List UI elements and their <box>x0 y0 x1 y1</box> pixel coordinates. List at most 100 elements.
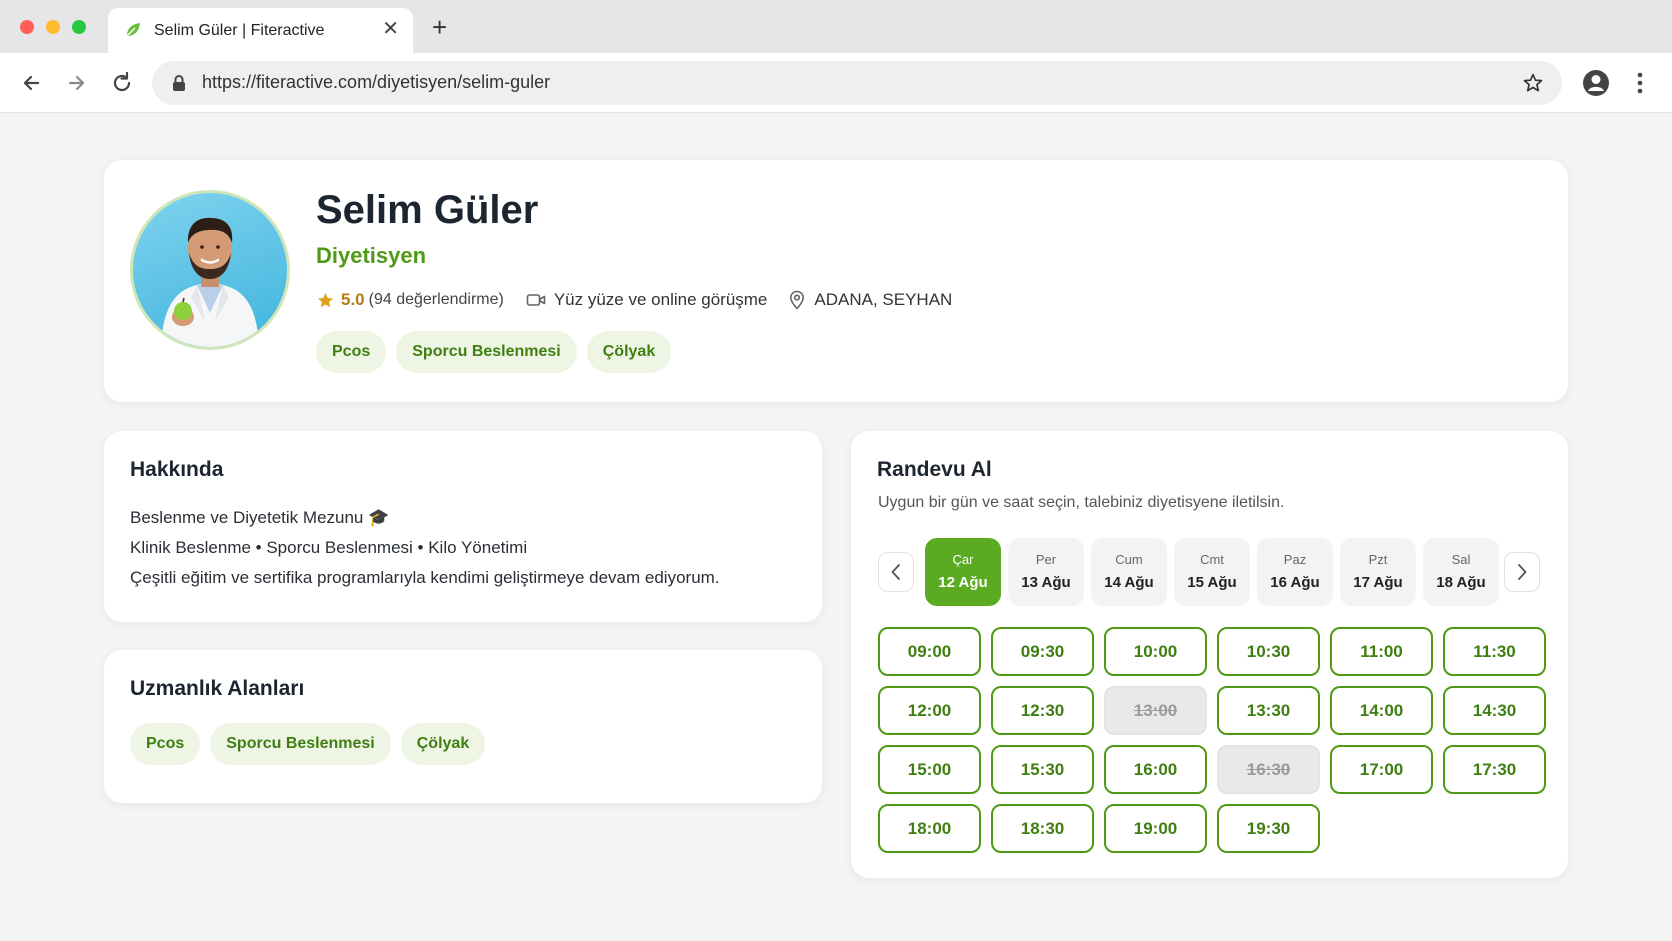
location: ADANA, SEYHAN <box>814 290 953 309</box>
address-bar[interactable]: https://fiteractive.com/diyetisyen/selim… <box>152 61 1562 105</box>
day-button[interactable]: Per 13 Ağu <box>1008 538 1084 606</box>
about-line: Klinik Beslenme • Sporcu Beslenmesi • Ki… <box>130 538 528 557</box>
day-name: Per <box>1035 551 1057 567</box>
time-slot-grid: 09:00 09:30 10:00 10:30 11:00 11:30 12:00 12:30… <box>878 627 1546 853</box>
time-slot-button[interactable]: 09:00 <box>878 627 981 676</box>
time-slot-button[interactable]: 18:00 <box>878 804 981 853</box>
time-slot-button[interactable]: 11:30 <box>1443 627 1546 676</box>
day-button[interactable]: Pzt 17 Ağu <box>1340 538 1416 606</box>
profile-tags: Pcos Sporcu Beslenmesi Çölyak <box>316 331 672 373</box>
forward-arrow-icon[interactable] <box>62 69 90 97</box>
day-button[interactable]: Paz 16 Ağu <box>1257 538 1333 606</box>
day-date: 17 Ağu <box>1353 573 1403 591</box>
tag-chip[interactable]: Çölyak <box>586 331 672 373</box>
lock-icon <box>173 75 185 91</box>
time-slot-button[interactable]: 10:30 <box>1217 627 1320 676</box>
profile-icon[interactable] <box>1580 67 1612 99</box>
day-date: 18 Ağu <box>1436 573 1486 591</box>
about-text: Beslenme ve Diyetetik Mezunu 🎓 Klinik Be… <box>130 503 720 593</box>
day-date: 13 Ağu <box>1021 573 1071 591</box>
booking-subtitle: Uygun bir gün ve saat seçin, talebiniz d… <box>878 494 1285 511</box>
about-title: Hakkında <box>130 458 224 481</box>
day-button[interactable]: Cmt 15 Ağu <box>1174 538 1250 606</box>
close-icon[interactable]: ✕ <box>382 18 399 40</box>
location-pin-icon <box>790 290 805 310</box>
specialty-chip[interactable]: Çölyak <box>400 723 486 765</box>
dietitian-role: Diyetisyen <box>316 243 427 268</box>
specialty-chip[interactable]: Sporcu Beslenmesi <box>210 723 391 765</box>
time-slot-button[interactable]: 17:30 <box>1443 745 1546 794</box>
day-name: Pzt <box>1368 551 1388 567</box>
meeting-type: Yüz yüze ve online görüşme <box>553 290 768 309</box>
specialties-card: Uzmanlık Alanları Pcos Sporcu Beslenmesi… <box>104 650 822 803</box>
day-name: Cmt <box>1200 551 1224 567</box>
back-arrow-icon[interactable] <box>18 69 46 97</box>
url-text: https://fiteractive.com/diyetisyen/selim… <box>202 72 551 92</box>
booking-card: Randevu Al Uygun bir gün ve saat seçin, … <box>851 431 1568 878</box>
profile-meta: 5.0 (94 değerlendirme) Yüz yüze ve onlin… <box>316 289 952 311</box>
rating-value: 5.0 <box>341 290 365 309</box>
time-slot-button[interactable]: 13:30 <box>1217 686 1320 735</box>
more-vert-icon[interactable] <box>1630 67 1650 99</box>
chevron-left-icon <box>891 564 900 580</box>
star-icon[interactable] <box>1522 72 1544 94</box>
specialty-tags: Pcos Sporcu Beslenmesi Çölyak <box>130 723 486 765</box>
time-slot-unavailable: 16:30 <box>1217 745 1320 794</box>
specialties-title: Uzmanlık Alanları <box>130 677 305 700</box>
time-slot-button[interactable]: 09:30 <box>991 627 1094 676</box>
time-slot-unavailable: 13:00 <box>1104 686 1207 735</box>
time-slot-button[interactable]: 15:00 <box>878 745 981 794</box>
time-slot-button[interactable]: 10:00 <box>1104 627 1207 676</box>
tab-title: Selim Güler | Fiteractive <box>154 22 325 39</box>
plus-icon[interactable]: + <box>432 14 447 40</box>
specialty-chip[interactable]: Pcos <box>130 723 201 765</box>
about-line: Çeşitli eğitim ve sertifika programlarıy… <box>130 568 720 587</box>
leaf-icon <box>126 23 140 37</box>
time-slot-button[interactable]: 14:00 <box>1330 686 1433 735</box>
profile-card: Selim Güler Diyetisyen 5.0 (94 değerlend… <box>104 160 1568 402</box>
prev-days-button[interactable] <box>878 552 914 592</box>
day-button[interactable]: Çar 12 Ağu <box>925 538 1001 606</box>
chevron-right-icon <box>1518 564 1527 580</box>
avatar-illustration <box>161 217 259 347</box>
day-date: 14 Ağu <box>1104 573 1154 591</box>
about-card: Hakkında Beslenme ve Diyetetik Mezunu 🎓 … <box>104 431 822 622</box>
day-name: Sal <box>1451 551 1471 567</box>
day-date: 15 Ağu <box>1187 573 1237 591</box>
window-minimize-button[interactable] <box>46 20 60 34</box>
day-selector: Çar 12 Ağu Per 13 Ağu Cum 14 Ağu Cmt 15 Ağu Paz 1… <box>925 538 1499 606</box>
time-slot-button[interactable]: 12:30 <box>991 686 1094 735</box>
tag-chip[interactable]: Sporcu Beslenmesi <box>396 331 577 373</box>
dietitian-name: Selim Güler <box>316 188 539 232</box>
time-slot-button[interactable]: 12:00 <box>878 686 981 735</box>
day-button[interactable]: Sal 18 Ağu <box>1423 538 1499 606</box>
browser-tab[interactable]: Selim Güler | Fiteractive ✕ <box>108 8 413 53</box>
rating-count: (94 değerlendirme) <box>368 291 504 308</box>
time-slot-button[interactable]: 14:30 <box>1443 686 1546 735</box>
day-name: Çar <box>952 551 974 567</box>
day-name: Cum <box>1115 551 1143 567</box>
time-slot-button[interactable]: 18:30 <box>991 804 1094 853</box>
day-date: 12 Ağu <box>938 573 988 591</box>
day-button[interactable]: Cum 14 Ağu <box>1091 538 1167 606</box>
star-icon <box>317 292 334 307</box>
time-slot-button[interactable]: 19:30 <box>1217 804 1320 853</box>
time-slot-button[interactable]: 15:30 <box>991 745 1094 794</box>
video-camera-icon <box>526 294 546 306</box>
booking-title: Randevu Al <box>877 458 992 481</box>
browser-toolbar: https://fiteractive.com/diyetisyen/selim… <box>0 53 1672 113</box>
window-close-button[interactable] <box>20 20 34 34</box>
day-date: 16 Ağu <box>1270 573 1320 591</box>
avatar <box>130 190 290 350</box>
time-slot-button[interactable]: 19:00 <box>1104 804 1207 853</box>
reload-icon[interactable] <box>108 69 136 97</box>
time-slot-button[interactable]: 11:00 <box>1330 627 1433 676</box>
time-slot-button[interactable]: 17:00 <box>1330 745 1433 794</box>
time-slot-button[interactable]: 16:00 <box>1104 745 1207 794</box>
window-maximize-button[interactable] <box>72 20 86 34</box>
browser-tab-bar: Selim Güler | Fiteractive ✕ + <box>0 0 1672 53</box>
next-days-button[interactable] <box>1504 552 1540 592</box>
day-name: Paz <box>1283 551 1307 567</box>
about-line: Beslenme ve Diyetetik Mezunu 🎓 <box>130 508 390 527</box>
tag-chip[interactable]: Pcos <box>316 331 387 373</box>
